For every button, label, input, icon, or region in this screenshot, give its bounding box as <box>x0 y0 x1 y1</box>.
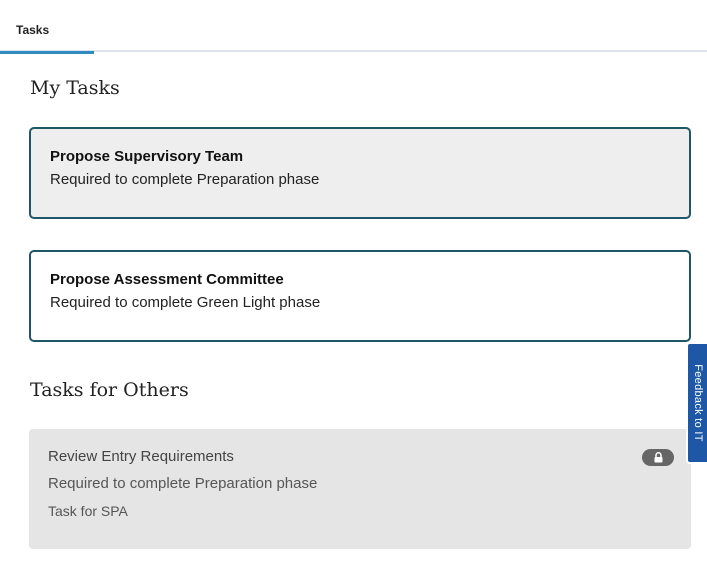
tasks-for-others-heading: Tasks for Others <box>30 379 189 401</box>
tab-tasks[interactable]: Tasks <box>16 23 49 37</box>
task-title: Propose Assessment Committee <box>50 271 284 288</box>
task-subtitle: Required to complete Preparation phase <box>48 475 318 492</box>
task-title: Review Entry Requirements <box>48 448 234 465</box>
active-tab-indicator <box>0 51 94 54</box>
tab-bar: Tasks <box>0 0 707 54</box>
task-subtitle: Required to complete Green Light phase <box>50 294 321 311</box>
task-assignee: Task for SPA <box>48 503 128 519</box>
task-title: Propose Supervisory Team <box>50 148 244 165</box>
task-card-propose-assessment-committee[interactable]: Propose Assessment Committee Required to… <box>29 250 691 342</box>
tasks-page: Tasks My Tasks Propose Supervisory Team … <box>0 0 707 561</box>
lock-icon <box>642 449 674 466</box>
feedback-label: Feedback to IT <box>691 364 704 442</box>
task-card-propose-supervisory-team[interactable]: Propose Supervisory Team Required to com… <box>29 127 691 219</box>
feedback-button[interactable]: Feedback to IT <box>686 342 707 464</box>
task-subtitle: Required to complete Preparation phase <box>50 171 320 188</box>
my-tasks-heading: My Tasks <box>30 77 120 99</box>
task-card-review-entry-requirements: Review Entry Requirements Required to co… <box>29 429 691 549</box>
